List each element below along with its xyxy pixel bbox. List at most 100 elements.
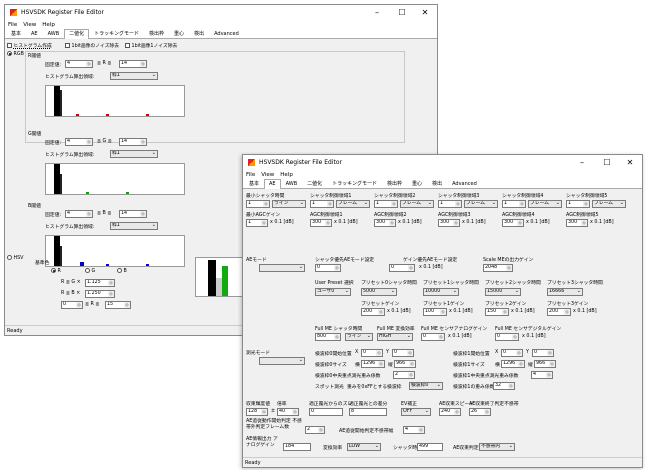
det1-y-input[interactable]: 0 xyxy=(532,349,554,357)
shutter-value-1[interactable]: 1 xyxy=(310,200,334,208)
fullme-analog-input[interactable]: 0 xyxy=(421,333,445,341)
preset-shutter-select-3[interactable]: 16666 xyxy=(547,288,583,296)
close-icon[interactable]: ✕ xyxy=(620,155,640,170)
shutter-unit-5[interactable]: フレーム xyxy=(592,200,626,208)
shutter-value-4[interactable]: 1 xyxy=(502,200,526,208)
r-low-input[interactable]: 4 xyxy=(65,60,93,68)
target-input[interactable]: 128 xyxy=(246,408,268,416)
menu-help[interactable]: Help xyxy=(280,172,293,178)
minimize-icon[interactable]: – xyxy=(572,155,592,170)
ae-mode-select[interactable] xyxy=(259,264,305,272)
fullme-conv-select[interactable]: HIGH xyxy=(377,333,413,341)
spot-select[interactable]: 検波枠0 xyxy=(409,382,443,390)
tab-centroid[interactable]: 重心 xyxy=(169,29,189,38)
tab-awb[interactable]: AWB xyxy=(43,29,65,38)
tab-binarize[interactable]: 二値化 xyxy=(64,29,90,39)
scale-me-input[interactable]: 2048 xyxy=(483,264,513,272)
det0-h-input[interactable]: 966 xyxy=(394,360,416,368)
shutter-value-3[interactable]: 1 xyxy=(438,200,462,208)
r-frame-select[interactable]: 枠1 xyxy=(110,72,158,80)
preset-gain-input-1[interactable]: 100 xyxy=(423,308,447,316)
shutter-unit-3[interactable]: フレーム xyxy=(464,200,498,208)
maximize-icon[interactable]: ☐ xyxy=(392,5,412,20)
hsv-radio[interactable]: HSV xyxy=(7,255,23,261)
menu-help[interactable]: Help xyxy=(42,22,55,28)
editor-window-front[interactable]: HSVSDK Register File Editor – ☐ ✕ File V… xyxy=(242,154,643,468)
tab-ae[interactable]: AE xyxy=(264,179,281,189)
meter-mode-select[interactable] xyxy=(259,357,305,365)
tol-input[interactable]: 0 xyxy=(309,408,343,416)
start-input[interactable]: 2 xyxy=(305,426,325,434)
minimize-icon[interactable]: – xyxy=(367,5,387,20)
shutter-value-2[interactable]: 1 xyxy=(374,200,398,208)
det1-w-input[interactable]: 1296 xyxy=(501,360,525,368)
b-low-input[interactable]: 4 xyxy=(65,210,93,218)
preset-shutter-select-1[interactable]: 10000 xyxy=(423,288,459,296)
preset-gain-input-2[interactable]: 150 xyxy=(485,308,509,316)
tab-advanced[interactable]: Advanced xyxy=(447,179,482,188)
det1-weight-input[interactable]: 4 xyxy=(531,371,553,379)
stop-input[interactable]: 26 xyxy=(469,408,491,416)
tab-basic[interactable]: 基本 xyxy=(6,29,26,38)
tab-tracking[interactable]: トラッキングモード xyxy=(327,179,382,188)
r-high-input[interactable]: 14 xyxy=(119,60,147,68)
det1-x-input[interactable]: 0 xyxy=(501,349,523,357)
det0-weight-input[interactable]: 2 xyxy=(393,371,415,379)
det1-w2-input[interactable]: 32 xyxy=(493,382,515,390)
rg-input[interactable]: 1.125 xyxy=(85,279,115,287)
hsv-high-input[interactable]: 15 xyxy=(105,301,131,309)
hist-option[interactable]: ヒストグラム作成 xyxy=(7,42,52,49)
tab-detect-frame[interactable]: 検出枠 xyxy=(382,179,407,188)
tab-centroid[interactable]: 重心 xyxy=(407,179,427,188)
g-low-input[interactable]: 4 xyxy=(65,138,93,146)
noise-option-2[interactable]: 1bit画像1ノイズ除去 xyxy=(125,42,177,49)
base-r-radio[interactable]: R xyxy=(51,268,61,274)
agc-value-0[interactable]: 1 xyxy=(246,219,268,227)
tab-binarize[interactable]: 二値化 xyxy=(302,179,327,188)
tab-tracking[interactable]: トラッキングモード xyxy=(89,29,144,38)
close-icon[interactable]: ✕ xyxy=(415,5,435,20)
menu-file[interactable]: File xyxy=(246,172,255,178)
base-b-radio[interactable]: B xyxy=(117,268,127,274)
agc-value-5[interactable]: 300 xyxy=(566,219,588,227)
speed-input[interactable]: 240 xyxy=(439,408,461,416)
rb-input[interactable]: 1.250 xyxy=(85,290,115,298)
user-preset-select[interactable]: ユーザ0 xyxy=(315,288,351,296)
shutter-unit-0[interactable]: ライン xyxy=(272,200,306,208)
fullme-shutter-unit[interactable]: ライン xyxy=(345,333,373,341)
ev-select[interactable]: OFF xyxy=(401,408,431,416)
b-high-input[interactable]: 14 xyxy=(119,210,147,218)
shutter-unit-4[interactable]: フレーム xyxy=(528,200,562,208)
det1-h-input[interactable]: 966 xyxy=(534,360,556,368)
b-frame-select[interactable]: 枠1 xyxy=(110,222,158,230)
preset-shutter-select-2[interactable]: 15000 xyxy=(485,288,521,296)
tab-ae[interactable]: AE xyxy=(26,29,43,38)
base-g-radio[interactable]: G xyxy=(85,268,95,274)
gain-prio-input[interactable]: 0 xyxy=(389,264,415,272)
conv-select[interactable]: LOW xyxy=(347,443,381,451)
preset-shutter-select-0[interactable]: 5000 xyxy=(361,288,397,296)
judge-select[interactable]: 不感帯内 xyxy=(479,443,515,451)
fullme-digital-input[interactable]: 0 xyxy=(495,333,519,341)
ratio-input[interactable]: 40 xyxy=(277,408,299,416)
agc-value-1[interactable]: 300 xyxy=(310,219,332,227)
agc-value-4[interactable]: 300 xyxy=(502,219,524,227)
fullme-shutter-input[interactable]: 800 xyxy=(315,333,341,341)
agc-value-3[interactable]: 300 xyxy=(438,219,460,227)
menu-view[interactable]: View xyxy=(23,22,36,28)
tab-advanced[interactable]: Advanced xyxy=(209,29,244,38)
det0-x-input[interactable]: 0 xyxy=(361,349,383,357)
noise-option-1[interactable]: 1bit画像のノイズ除去 xyxy=(65,42,119,49)
menu-view[interactable]: View xyxy=(261,172,274,178)
tab-detect[interactable]: 検出 xyxy=(189,29,209,38)
shutter-value-5[interactable]: 1 xyxy=(566,200,590,208)
start2-input[interactable]: 4 xyxy=(403,426,425,434)
det0-y-input[interactable]: 0 xyxy=(392,349,414,357)
tab-detect-frame[interactable]: 検出枠 xyxy=(144,29,169,38)
title-bar[interactable]: HSVSDK Register File Editor – ☐ ✕ xyxy=(5,5,437,20)
shutter-unit-2[interactable]: フレーム xyxy=(400,200,434,208)
maximize-icon[interactable]: ☐ xyxy=(597,155,617,170)
shutter-value-0[interactable]: 1 xyxy=(246,200,270,208)
shutter-prio-input[interactable]: 0 xyxy=(315,264,341,272)
agc-value-2[interactable]: 300 xyxy=(374,219,396,227)
